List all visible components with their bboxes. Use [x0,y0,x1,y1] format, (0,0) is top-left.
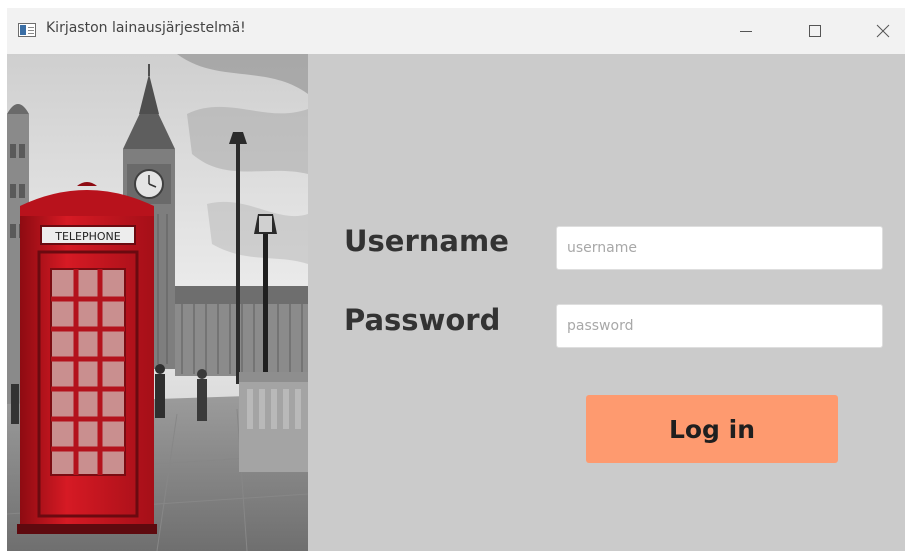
login-button[interactable]: Log in [586,395,838,463]
minimize-icon [740,31,752,32]
minimize-button[interactable] [723,8,769,54]
username-label: Username [344,224,509,258]
maximize-button[interactable] [792,8,838,54]
password-label: Password [344,303,501,337]
london-phone-booth-image: TELEPHONE [7,54,308,551]
svg-text:TELEPHONE: TELEPHONE [54,230,121,243]
title-bar[interactable]: Kirjaston lainausjärjestelmä! [7,8,905,54]
window-title: Kirjaston lainausjärjestelmä! [46,20,246,36]
username-input[interactable] [556,226,883,270]
app-window: Kirjaston lainausjärjestelmä! TELEPHONE … [7,8,905,551]
close-button[interactable] [860,8,905,54]
maximize-icon [809,25,821,37]
app-icon [18,23,36,37]
close-icon [876,24,890,38]
password-input[interactable] [556,304,883,348]
